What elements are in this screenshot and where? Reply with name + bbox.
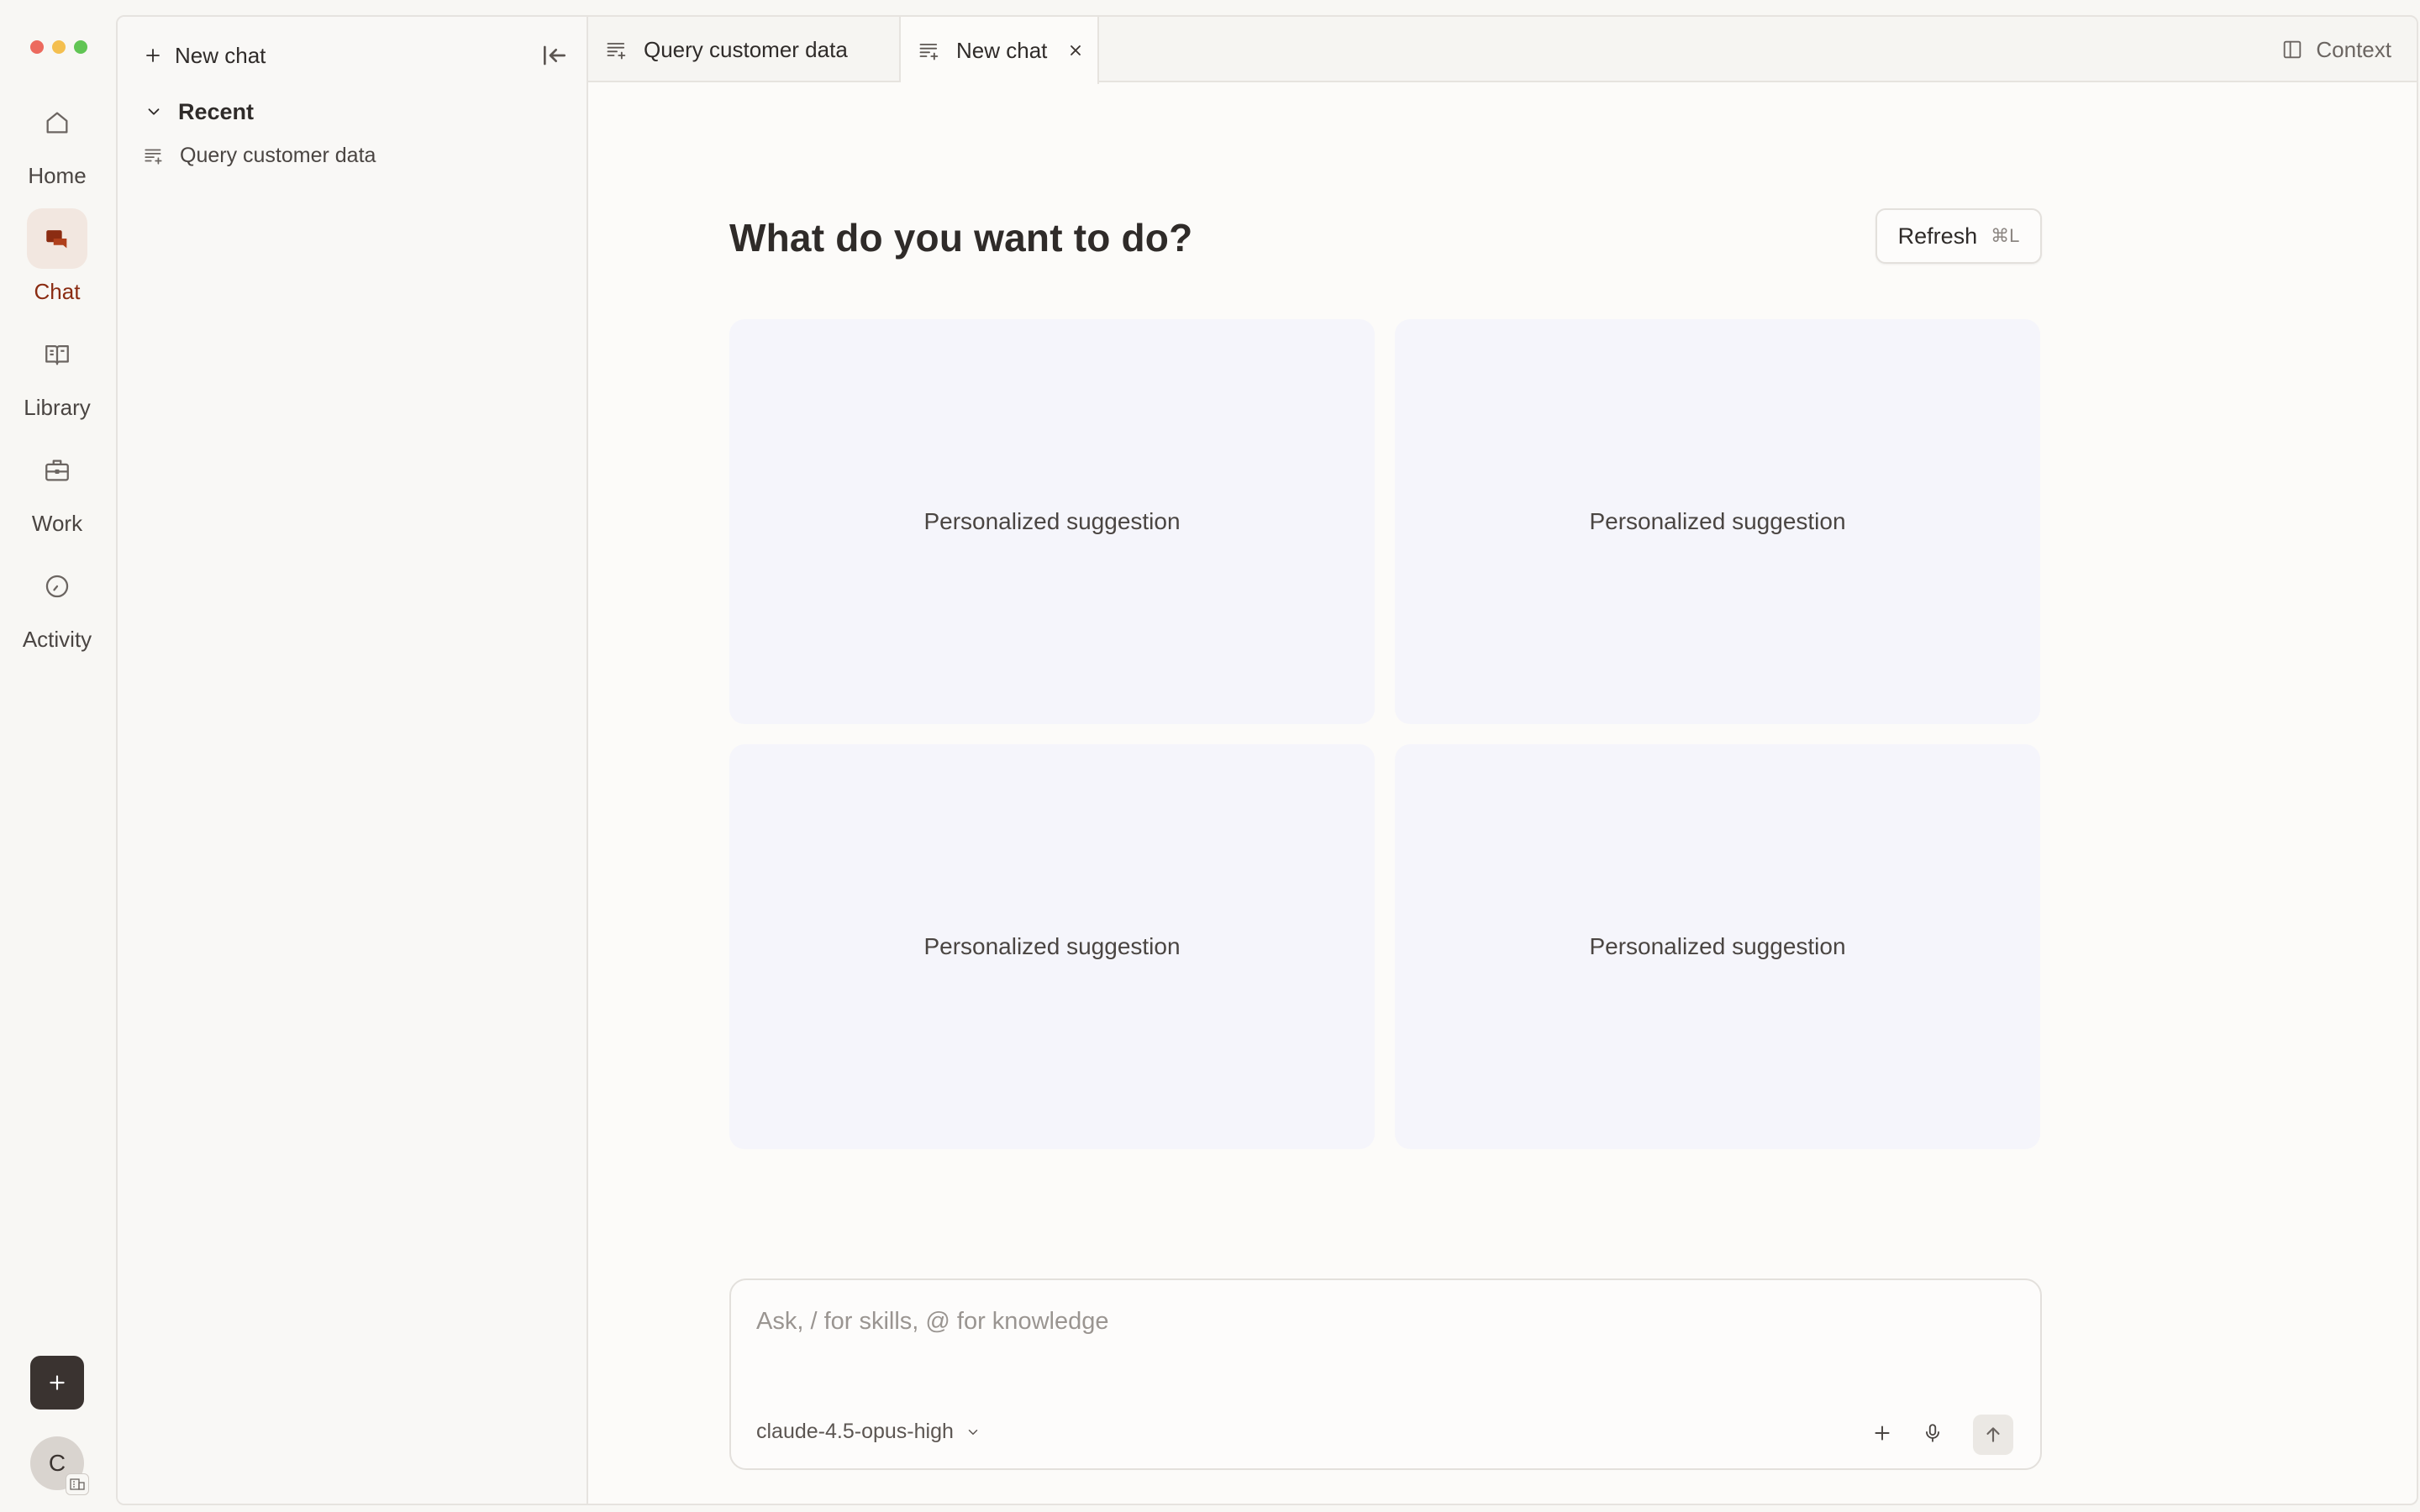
collapse-sidebar-button[interactable]	[538, 39, 571, 72]
close-icon	[1071, 45, 1081, 55]
refresh-label: Refresh	[1897, 223, 1978, 249]
close-window-button[interactable]	[30, 40, 44, 54]
suggestion-card[interactable]: Personalized suggestion	[729, 319, 1375, 724]
book-icon	[27, 324, 87, 385]
chevron-down-icon	[968, 1429, 978, 1435]
briefcase-icon	[27, 440, 87, 501]
recent-chat-item[interactable]: Query customer data	[143, 134, 563, 176]
chat-doc-icon	[145, 149, 162, 165]
window-controls	[30, 40, 87, 54]
rail-label: Activity	[22, 627, 92, 652]
model-label: claude-4.5-opus-high	[756, 1420, 954, 1443]
tab-query-customer-data[interactable]: Query customer data	[588, 17, 901, 82]
page-title: What do you want to do?	[729, 216, 1193, 260]
voice-input-button[interactable]	[1916, 1416, 1949, 1450]
collapse-icon	[544, 45, 566, 66]
rail-item-work[interactable]: Work	[0, 440, 114, 541]
suggestion-card[interactable]: Personalized suggestion	[1395, 744, 2040, 1149]
suggestion-label: Personalized suggestion	[923, 933, 1181, 959]
suggestion-label: Personalized suggestion	[923, 508, 1181, 534]
minimize-window-button[interactable]	[52, 40, 66, 54]
chat-icon	[27, 208, 87, 269]
recent-chat-label: Query customer data	[180, 143, 376, 167]
refresh-shortcut: ⌘L	[1991, 225, 2020, 246]
avatar-initial: C	[48, 1450, 66, 1476]
rail-label: Library	[24, 395, 91, 420]
model-selector[interactable]: claude-4.5-opus-high	[756, 1420, 981, 1444]
message-input[interactable]	[756, 1300, 1849, 1342]
rail-label: Home	[28, 163, 87, 188]
rail-item-chat[interactable]: Chat	[0, 208, 114, 309]
plus-icon	[50, 1375, 65, 1390]
rail-item-home[interactable]: Home	[0, 92, 114, 193]
microphone-icon	[1926, 1424, 1939, 1442]
attach-button[interactable]	[1865, 1416, 1899, 1450]
context-label: Context	[2316, 36, 2391, 62]
workspace-icon	[66, 1473, 89, 1495]
avatar[interactable]: C	[30, 1436, 89, 1495]
new-chat-button[interactable]: New chat	[143, 34, 266, 77]
rail-item-activity[interactable]: Activity	[0, 556, 114, 657]
rail-item-library[interactable]: Library	[0, 324, 114, 425]
home-icon	[27, 92, 87, 153]
chat-sidebar: New chat Recent Query customer data	[118, 17, 588, 1504]
suggestion-card[interactable]: Personalized suggestion	[1395, 319, 2040, 724]
chat-doc-icon	[607, 43, 626, 60]
close-tab-button[interactable]	[1067, 42, 1084, 59]
chevron-down-icon	[148, 108, 160, 115]
recent-label: Recent	[178, 98, 255, 124]
refresh-button[interactable]: Refresh ⌘L	[1876, 208, 2042, 264]
context-button[interactable]: Context	[2281, 32, 2391, 67]
tab-bar: Query customer data New chat Context	[588, 17, 2417, 84]
plus-icon	[146, 49, 160, 62]
tab-label: Query customer data	[644, 36, 848, 62]
suggestion-label: Personalized suggestion	[1589, 933, 1846, 959]
suggestion-card[interactable]: Personalized suggestion	[729, 744, 1375, 1149]
maximize-window-button[interactable]	[74, 40, 87, 54]
tab-new-chat[interactable]: New chat	[901, 17, 1099, 84]
rail-label: Work	[31, 511, 83, 536]
suggestion-label: Personalized suggestion	[1589, 508, 1846, 534]
chat-doc-icon	[919, 44, 939, 60]
composer: claude-4.5-opus-high	[729, 1278, 2042, 1470]
clock-icon	[27, 556, 87, 617]
recent-section-toggle[interactable]: Recent	[145, 91, 254, 133]
plus-icon	[1875, 1425, 1890, 1441]
new-item-button[interactable]	[30, 1356, 84, 1410]
tab-label: New chat	[956, 37, 1048, 63]
new-chat-label: New chat	[175, 42, 266, 68]
arrow-up-icon	[1986, 1427, 2000, 1442]
rail-label: Chat	[34, 279, 81, 304]
send-button[interactable]	[1973, 1415, 2013, 1455]
panel-icon	[2284, 40, 2302, 59]
